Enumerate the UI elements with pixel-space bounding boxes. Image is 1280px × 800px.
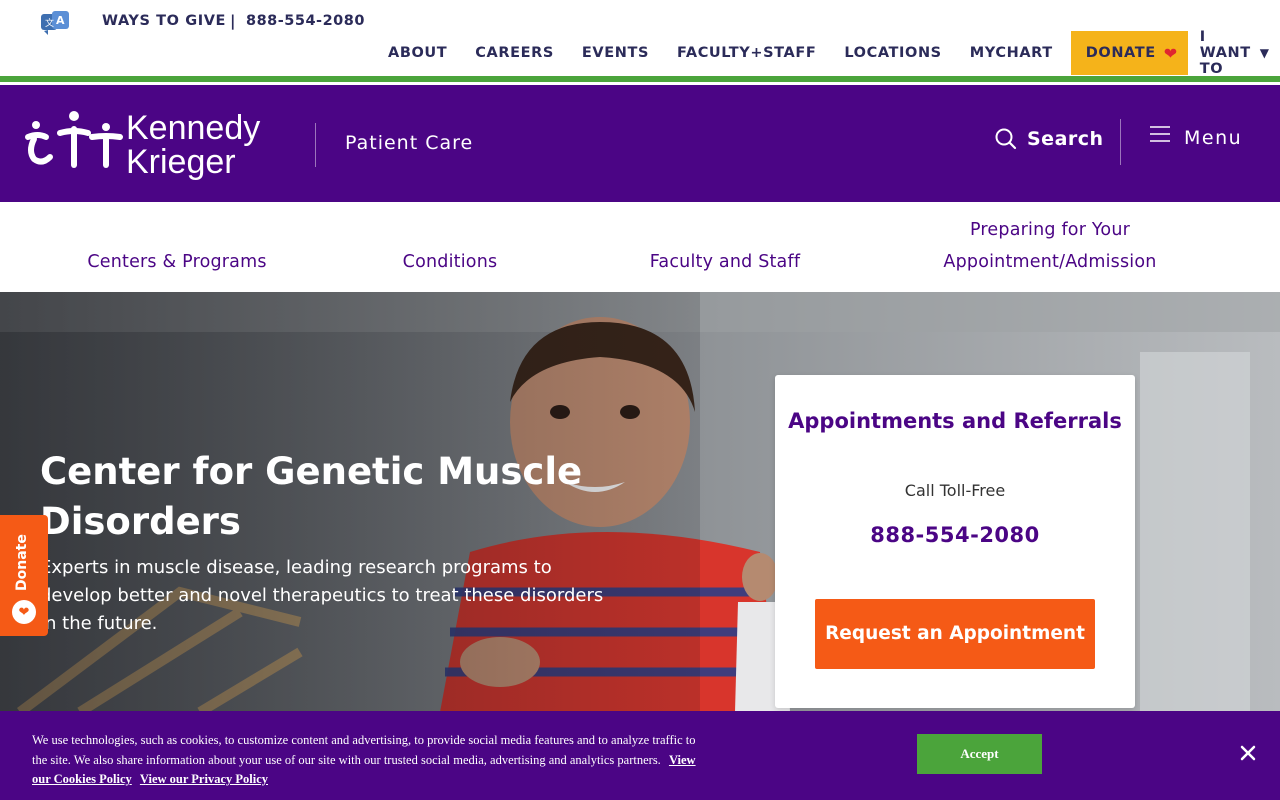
- topnav-careers[interactable]: CAREERS: [461, 31, 568, 75]
- subnav-conditions[interactable]: Conditions: [380, 246, 520, 278]
- top-nav: ABOUT CAREERS EVENTS FACULTY+STAFF LOCAT…: [374, 29, 1280, 77]
- topnav-mychart[interactable]: MYCHART: [956, 31, 1067, 75]
- request-appointment-button[interactable]: Request an Appointment: [815, 599, 1095, 669]
- i-want-to-dropdown[interactable]: I WANT TO ▼: [1188, 29, 1280, 77]
- hamburger-icon: [1150, 126, 1170, 142]
- section-title[interactable]: Patient Care: [345, 132, 473, 154]
- donate-label: DONATE: [1085, 45, 1156, 61]
- page-title: Center for Genetic Muscle Disorders: [40, 450, 583, 543]
- search-label: Search: [1027, 128, 1104, 150]
- menu-label: Menu: [1184, 127, 1243, 149]
- topbar-divider: |: [230, 12, 236, 30]
- utility-bar: 文 A WAYS TO GIVE | 888-554-2080 ABOUT CA…: [0, 0, 1280, 78]
- topbar-phone-link[interactable]: 888-554-2080: [246, 13, 365, 29]
- donate-button[interactable]: DONATE ❤: [1070, 31, 1188, 75]
- caret-down-icon: ▼: [1259, 46, 1270, 60]
- header-divider: [1120, 119, 1121, 165]
- translate-icon[interactable]: 文 A: [40, 10, 70, 36]
- search-button[interactable]: Search: [995, 128, 1104, 150]
- side-donate-label: Donate: [14, 534, 30, 591]
- subnav-preparing-appointment[interactable]: Preparing for Your Appointment/Admission: [920, 214, 1180, 278]
- close-icon[interactable]: [1238, 743, 1258, 763]
- topnav-events[interactable]: EVENTS: [568, 31, 663, 75]
- search-icon: [995, 128, 1017, 150]
- subnav-faculty-staff[interactable]: Faculty and Staff: [630, 246, 820, 278]
- heart-icon: ❤: [12, 600, 36, 624]
- side-donate-tab[interactable]: Donate ❤: [0, 515, 48, 636]
- topnav-about[interactable]: ABOUT: [374, 31, 461, 75]
- page-description: Experts in muscle disease, leading resea…: [40, 557, 604, 634]
- svg-text:文: 文: [45, 17, 54, 29]
- header-divider: [315, 123, 316, 167]
- ways-to-give-link[interactable]: WAYS TO GIVE: [102, 13, 226, 29]
- card-title: Appointments and Referrals: [788, 409, 1122, 433]
- cookie-message: We use technologies, such as cookies, to…: [32, 733, 696, 767]
- card-subtitle: Call Toll-Free: [904, 481, 1006, 500]
- accept-cookies-button[interactable]: Accept: [917, 734, 1042, 774]
- privacy-policy-link[interactable]: View our Privacy Policy: [140, 772, 268, 786]
- subnav-centers-programs[interactable]: Centers & Programs: [70, 246, 284, 278]
- section-nav: Centers & Programs Conditions Faculty an…: [0, 202, 1280, 292]
- card-phone-link[interactable]: 888-554-2080: [775, 523, 1135, 547]
- svg-text:A: A: [56, 14, 65, 27]
- logo-line2: Krieger: [126, 143, 236, 181]
- cookie-banner: We use technologies, such as cookies, to…: [0, 711, 1280, 800]
- i-want-to-label: I WANT TO: [1199, 29, 1251, 77]
- appointment-card: Appointments and Referrals Call Toll-Fre…: [775, 375, 1135, 708]
- cookie-text-block: We use technologies, such as cookies, to…: [32, 731, 712, 790]
- topnav-faculty-staff[interactable]: FACULTY+STAFF: [663, 31, 830, 75]
- heart-icon: ❤: [1163, 43, 1178, 63]
- menu-button[interactable]: Menu: [1150, 126, 1243, 149]
- topnav-locations[interactable]: LOCATIONS: [830, 31, 955, 75]
- site-header: Kennedy Krieger Patient Care Search Menu: [0, 85, 1280, 202]
- kennedy-krieger-logo[interactable]: Kennedy Krieger: [24, 107, 288, 181]
- logo-line1: Kennedy: [126, 109, 260, 147]
